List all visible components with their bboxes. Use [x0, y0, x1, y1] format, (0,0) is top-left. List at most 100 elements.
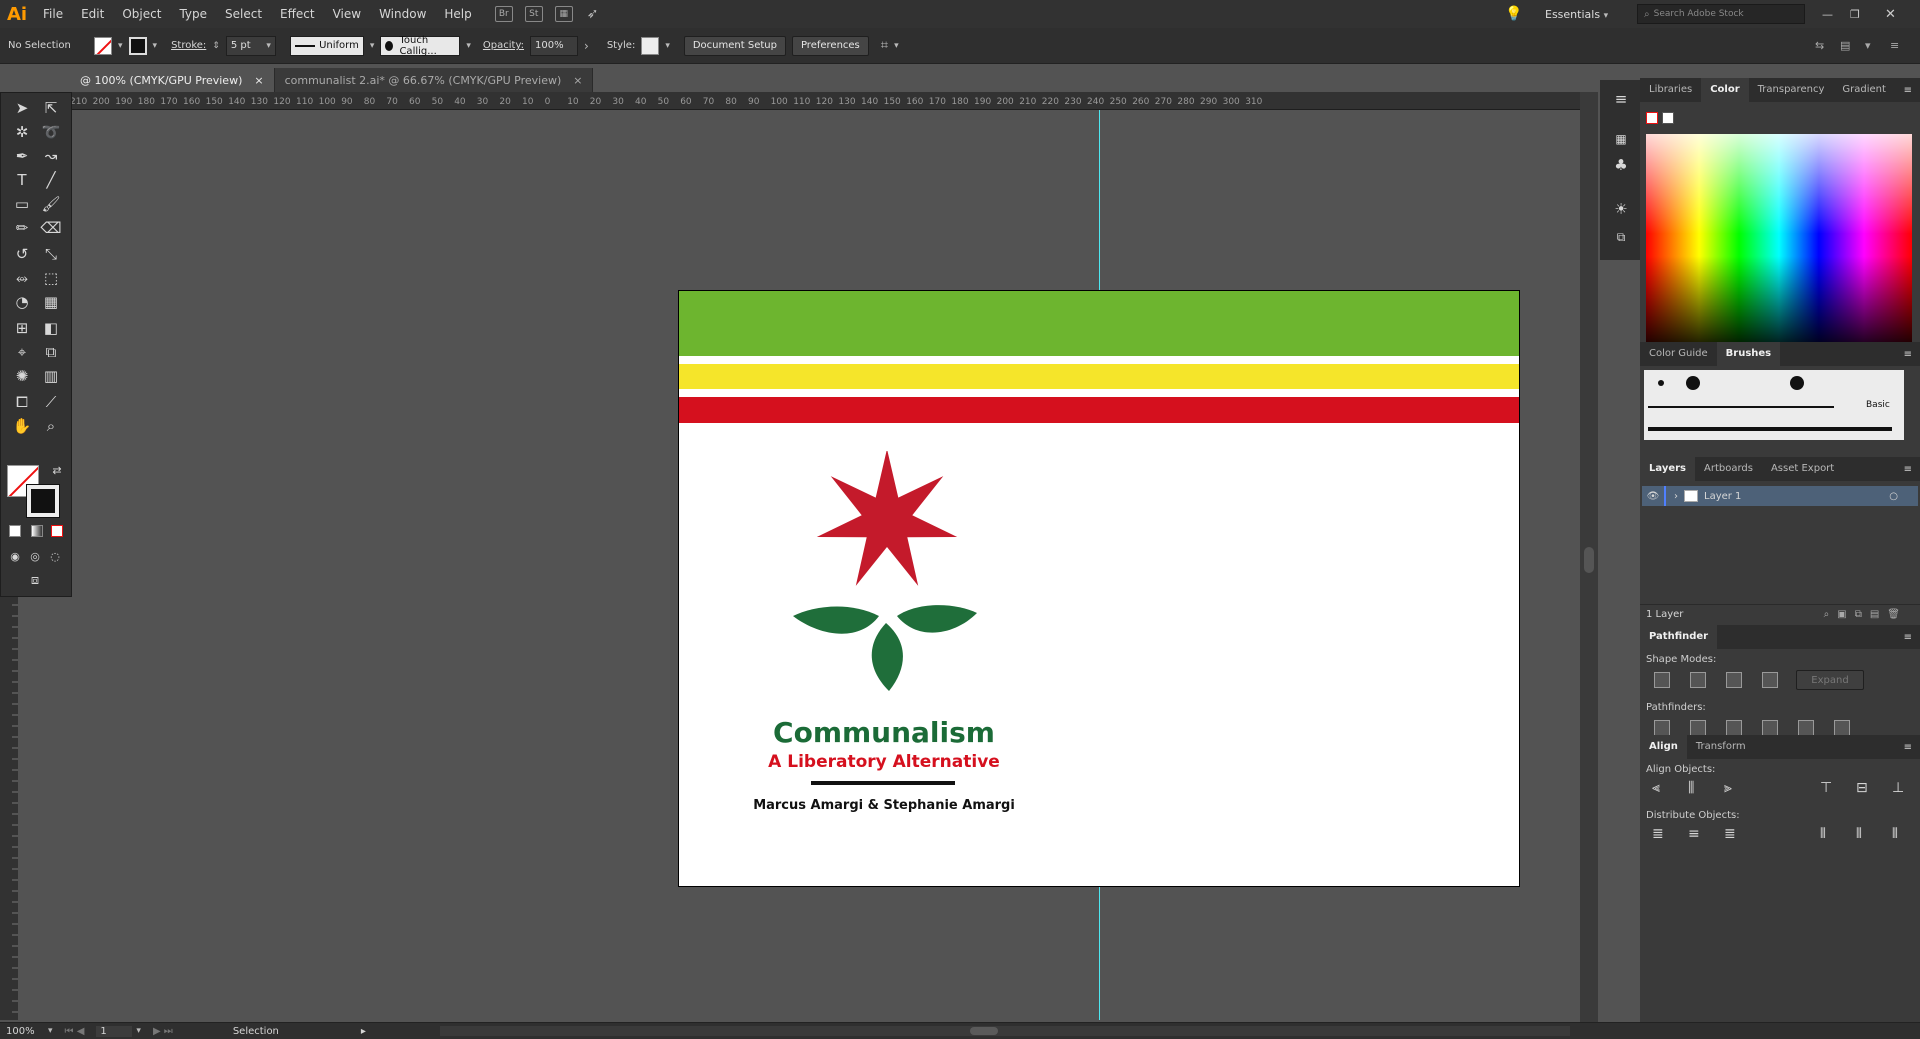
- artboard-tool-icon[interactable]: ⧠: [10, 391, 34, 413]
- scale-tool-icon[interactable]: ⤡: [39, 243, 63, 265]
- divide-icon[interactable]: [1654, 720, 1670, 736]
- stroke-color-box[interactable]: [26, 484, 60, 518]
- tab-align[interactable]: Align: [1640, 735, 1687, 759]
- symbol-sprayer-tool-icon[interactable]: ✺: [10, 365, 34, 387]
- symbols-dock-icon[interactable]: ♣: [1609, 154, 1633, 176]
- menu-help[interactable]: Help: [435, 0, 480, 28]
- distribute-center-icon[interactable]: ≡: [1688, 826, 1700, 842]
- dock-menu-icon[interactable]: ≡: [1609, 88, 1633, 110]
- eyedropper-tool-icon[interactable]: ⌖: [10, 341, 34, 363]
- white-swatch[interactable]: [1662, 112, 1674, 124]
- paintbrush-tool-icon[interactable]: 🖌: [39, 193, 63, 215]
- outline-icon[interactable]: [1798, 720, 1814, 736]
- scrollbar-thumb[interactable]: [1584, 547, 1594, 573]
- none-mode-icon[interactable]: [51, 525, 63, 537]
- tab-color[interactable]: Color: [1701, 78, 1749, 102]
- brush-dropdown-icon[interactable]: ▾: [466, 41, 471, 51]
- tab-asset-export[interactable]: Asset Export: [1762, 457, 1843, 481]
- restore-icon[interactable]: ❐: [1850, 8, 1860, 21]
- horizontal-ruler[interactable]: 210 200 190 180 170 160 150 140 130 120 110 100 90 80…: [70, 92, 1580, 110]
- basic-brush-stroke[interactable]: [1648, 406, 1834, 408]
- first-artboard-icon[interactable]: ⏮ ◀: [65, 1026, 85, 1037]
- minus-front-icon[interactable]: [1690, 672, 1706, 688]
- brush-preset-dot[interactable]: [1658, 380, 1664, 386]
- gradient-tool-icon[interactable]: ◧: [39, 317, 63, 339]
- panel-toggle-icon[interactable]: ⇆: [1815, 39, 1824, 52]
- charcoal-brush-stroke[interactable]: [1648, 427, 1892, 431]
- expand-arrow-icon[interactable]: ›: [1674, 491, 1678, 502]
- panel-menu-icon[interactable]: ▾: [1865, 39, 1871, 52]
- pencil-tool-icon[interactable]: ✏: [10, 217, 34, 239]
- canvas-vertical-scrollbar[interactable]: [1580, 92, 1598, 1022]
- slice-tool-icon[interactable]: ⟋: [39, 391, 63, 413]
- workspace-switcher[interactable]: Essentials ▾: [1545, 8, 1608, 21]
- arrange-dropdown-icon[interactable]: ▾: [894, 41, 899, 51]
- align-bottom-icon[interactable]: ⊥: [1892, 780, 1904, 796]
- fill-swatch[interactable]: [94, 36, 112, 55]
- artboard[interactable]: Communalism A Liberatory Alternative Mar…: [678, 290, 1520, 887]
- panel-menu-icon[interactable]: ≡: [1904, 742, 1912, 753]
- distribute-left-icon[interactable]: ⫴: [1820, 826, 1826, 842]
- horizontal-scrollbar[interactable]: [440, 1026, 1570, 1036]
- lightbulb-icon[interactable]: 💡: [1505, 6, 1522, 22]
- fill-dropdown-icon[interactable]: ▾: [118, 41, 123, 51]
- line-segment-tool-icon[interactable]: ╱: [39, 169, 63, 191]
- tab-pathfinder[interactable]: Pathfinder: [1640, 625, 1718, 649]
- minus-back-icon[interactable]: [1834, 720, 1850, 736]
- curvature-tool-icon[interactable]: ↝: [39, 145, 63, 167]
- menu-window[interactable]: Window: [370, 0, 435, 28]
- distribute-right-icon[interactable]: ⫴: [1892, 826, 1898, 842]
- intersect-icon[interactable]: [1726, 672, 1742, 688]
- close-icon[interactable]: ✕: [1885, 7, 1896, 22]
- swap-colors-icon[interactable]: ⇄: [45, 459, 69, 481]
- artboard-dropdown-icon[interactable]: ▾: [136, 1026, 141, 1036]
- tab-document-1[interactable]: @ 100% (CMYK/GPU Preview) ×: [70, 68, 275, 92]
- column-graph-tool-icon[interactable]: ▥: [39, 365, 63, 387]
- menu-edit[interactable]: Edit: [72, 0, 113, 28]
- magic-wand-tool-icon[interactable]: ✲: [10, 121, 34, 143]
- menu-type[interactable]: Type: [170, 0, 216, 28]
- opacity-label[interactable]: Opacity:: [483, 40, 524, 51]
- mesh-tool-icon[interactable]: ⊞: [10, 317, 34, 339]
- panel-menu-icon[interactable]: ≡: [1904, 632, 1912, 643]
- document-setup-button[interactable]: Document Setup: [683, 35, 786, 56]
- layer-name[interactable]: Layer 1: [1704, 491, 1741, 502]
- artboard-number[interactable]: 1: [96, 1025, 133, 1037]
- blend-tool-icon[interactable]: ⧉: [39, 341, 63, 363]
- hand-tool-icon[interactable]: ✋: [10, 415, 34, 437]
- stroke-profile[interactable]: Uniform: [289, 35, 364, 56]
- trim-icon[interactable]: [1690, 720, 1706, 736]
- menu-select[interactable]: Select: [216, 0, 271, 28]
- distribute-bottom-icon[interactable]: ≣: [1724, 826, 1736, 842]
- appearance-dock-icon[interactable]: ☀: [1609, 198, 1633, 220]
- menu-object[interactable]: Object: [113, 0, 170, 28]
- distribute-hcenter-icon[interactable]: ⫴: [1856, 826, 1862, 842]
- style-dropdown-icon[interactable]: ▾: [665, 41, 670, 51]
- width-tool-icon[interactable]: ⥈: [10, 267, 34, 289]
- zoom-dropdown-icon[interactable]: ▾: [48, 1026, 53, 1036]
- direct-selection-tool-icon[interactable]: ⇱: [39, 97, 63, 119]
- perspective-grid-tool-icon[interactable]: ▦: [39, 291, 63, 313]
- next-artboard-icon[interactable]: ▶ ⏭: [153, 1026, 173, 1037]
- panel-menu-icon[interactable]: ≡: [1904, 464, 1912, 475]
- brush-preset-dot[interactable]: [1790, 376, 1804, 390]
- rectangle-tool-icon[interactable]: ▭: [10, 193, 34, 215]
- shape-builder-tool-icon[interactable]: ◔: [10, 291, 34, 313]
- tab-layers[interactable]: Layers: [1640, 457, 1695, 481]
- menu-view[interactable]: View: [324, 0, 370, 28]
- export-dock-icon[interactable]: ⧉: [1609, 226, 1633, 248]
- lasso-tool-icon[interactable]: ➰: [39, 121, 63, 143]
- tab-transparency[interactable]: Transparency: [1749, 78, 1834, 102]
- screen-mode-icon[interactable]: ⧈: [23, 569, 47, 591]
- menu-effect[interactable]: Effect: [271, 0, 324, 28]
- tab-document-2[interactable]: communalist 2.ai* @ 66.67% (CMYK/GPU Pre…: [274, 68, 594, 92]
- exclude-icon[interactable]: [1762, 672, 1778, 688]
- none-swatch[interactable]: [1646, 112, 1658, 124]
- free-transform-tool-icon[interactable]: ⬚: [39, 267, 63, 289]
- expand-button[interactable]: Expand: [1796, 670, 1864, 690]
- distribute-top-icon[interactable]: ≣: [1652, 826, 1664, 842]
- color-mode-icon[interactable]: [9, 525, 21, 537]
- align-middle-icon[interactable]: ⊟: [1856, 780, 1868, 796]
- align-top-icon[interactable]: ⊤: [1820, 780, 1832, 796]
- color-spectrum[interactable]: [1646, 134, 1912, 356]
